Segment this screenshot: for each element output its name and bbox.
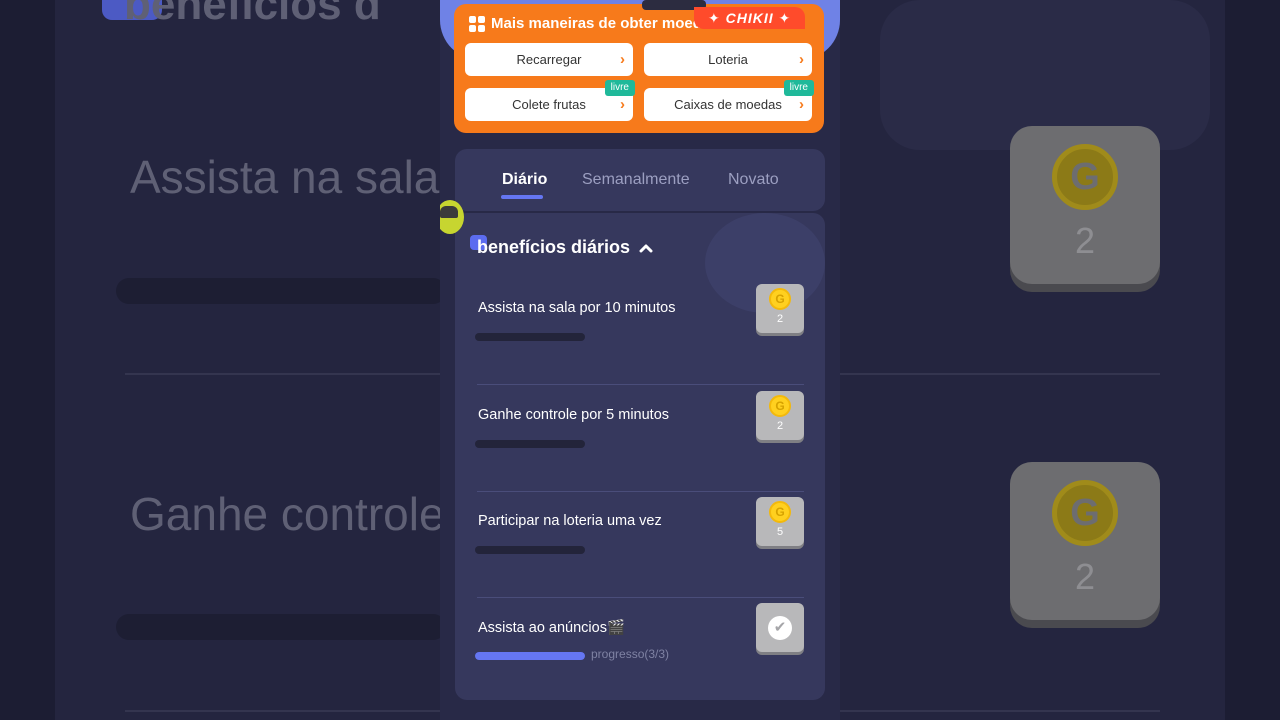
background-left-edge	[0, 0, 55, 720]
task-progress-bar	[475, 652, 585, 660]
free-badge: livre	[783, 80, 814, 96]
promo-title: Mais maneiras de obter moeda	[491, 15, 711, 32]
task-item: Ganhe controle por 5 minutos G 2	[455, 386, 825, 492]
task-title: Participar na loteria uma vez	[478, 513, 662, 529]
coin-icon: G	[769, 501, 791, 523]
task-progress-bar	[475, 546, 585, 554]
task-progress-fill	[475, 652, 585, 660]
background-reward-value: 2	[1074, 220, 1096, 261]
task-item: Assista na sala por 10 minutos G 2	[455, 279, 825, 385]
section-title: benefícios diários	[477, 237, 631, 257]
checkmark-icon: ✔	[768, 616, 792, 640]
reward-amount: 2	[776, 420, 784, 432]
grid-icon	[469, 16, 485, 32]
phone-screen: Mais maneiras de obter moeda ✦ CHIKII ✦ …	[440, 0, 840, 720]
collect-fruits-button-label: Colete frutas	[512, 97, 586, 112]
task-item: Assista ao anúncios🎬 progresso(3/3) ✔	[455, 598, 825, 700]
chevron-right-icon: ›	[620, 51, 625, 68]
tab-weekly[interactable]: Semanalmente	[582, 171, 690, 189]
background-reward-value: 2	[1074, 556, 1096, 597]
tab-daily[interactable]: Diário	[502, 171, 547, 189]
background-reward-1: G 2	[1010, 126, 1160, 284]
divider	[477, 384, 804, 385]
reward-button[interactable]: G 2	[756, 391, 804, 440]
task-title: Assista ao anúncios🎬	[478, 620, 626, 636]
reward-amount: 5	[776, 526, 784, 538]
task-progress-bar	[475, 333, 585, 341]
background-right-edge	[1225, 0, 1280, 720]
background-bar-2	[116, 614, 446, 640]
chevron-right-icon: ›	[799, 51, 804, 68]
collect-fruits-button[interactable]: Colete frutas › livre	[465, 80, 635, 121]
reward-claimed-button[interactable]: ✔	[756, 603, 804, 652]
daily-benefits-panel: benefícios diários Assista na sala por 1…	[455, 213, 825, 700]
tab-bar: Diário Semanalmente Novato	[455, 149, 825, 211]
background-coin-icon: G	[1052, 144, 1118, 210]
recharge-button-label: Recarregar	[516, 52, 582, 67]
task-progress-bar	[475, 440, 585, 448]
active-tab-indicator	[501, 195, 543, 199]
task-title: Assista na sala por 10 minutos	[478, 300, 676, 316]
coin-boxes-button-label: Caixas de moedas	[674, 97, 782, 112]
background-section-text: benefícios d	[124, 0, 381, 29]
task-progress-text: progresso(3/3)	[591, 647, 670, 661]
lottery-button[interactable]: Loteria ›	[644, 43, 812, 76]
tab-newcomer[interactable]: Novato	[728, 171, 779, 189]
free-badge: livre	[604, 80, 635, 96]
task-item: Participar na loteria uma vez G 5	[455, 492, 825, 598]
reward-button[interactable]: G 2	[756, 284, 804, 333]
coin-icon: G	[769, 288, 791, 310]
lottery-button-label: Loteria	[708, 52, 748, 67]
chikii-logo: ✦ CHIKII ✦	[694, 7, 806, 29]
promo-card: Mais maneiras de obter moeda ✦ CHIKII ✦ …	[454, 0, 824, 133]
task-title: Ganhe controle por 5 minutos	[478, 407, 670, 423]
background-bar-1	[116, 278, 446, 304]
chevron-up-icon[interactable]	[639, 241, 653, 255]
reward-amount: 2	[776, 313, 784, 325]
recharge-button[interactable]: Recarregar ›	[465, 43, 633, 76]
coin-boxes-button[interactable]: Caixas de moedas › livre	[644, 80, 814, 121]
coin-icon: G	[769, 395, 791, 417]
background-task2-text: Ganhe controle	[130, 488, 445, 540]
reward-button[interactable]: G 5	[756, 497, 804, 546]
background-coin-icon: G	[1052, 480, 1118, 546]
background-reward-2: G 2	[1010, 462, 1160, 620]
background-task1-text: Assista na sala	[130, 151, 440, 203]
